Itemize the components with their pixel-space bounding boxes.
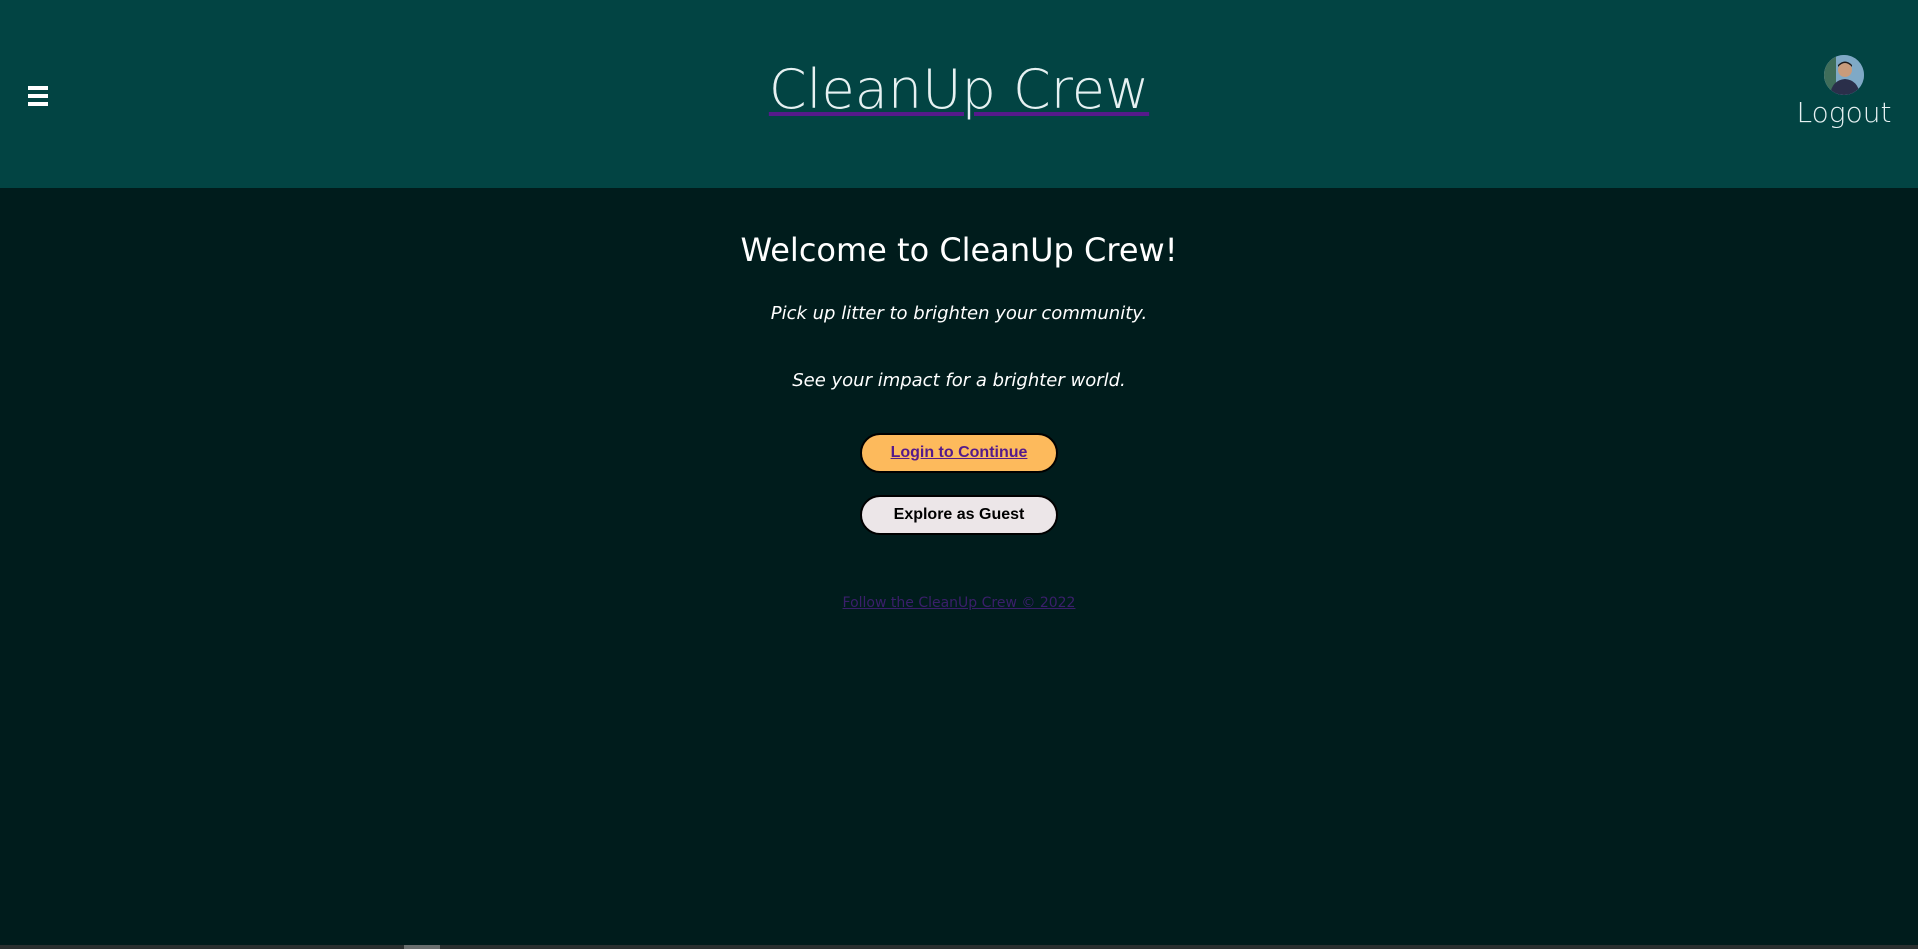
app-title-link[interactable]: CleanUp Crew [769, 58, 1149, 121]
horizontal-scrollbar[interactable] [0, 945, 1918, 949]
footer-follow-link[interactable]: Follow the CleanUp Crew © 2022 [843, 595, 1076, 611]
tagline-impact: See your impact for a brighter world. [792, 370, 1126, 391]
logout-link[interactable]: Logout [1794, 95, 1894, 131]
user-avatar[interactable] [1824, 55, 1864, 95]
login-button[interactable]: Login to Continue [860, 433, 1058, 473]
app-title: CleanUp Crew [0, 58, 1918, 121]
avatar-image [1824, 55, 1864, 95]
explore-guest-button[interactable]: Explore as Guest [860, 495, 1058, 535]
scrollbar-thumb[interactable] [404, 945, 440, 949]
welcome-heading: Welcome to CleanUp Crew! [740, 231, 1178, 269]
tagline-community: Pick up litter to brighten your communit… [770, 303, 1148, 324]
site-header: CleanUp Crew Logout [0, 0, 1918, 188]
main-content: Welcome to CleanUp Crew! Pick up litter … [0, 188, 1918, 611]
account-area: Logout [1794, 55, 1894, 131]
